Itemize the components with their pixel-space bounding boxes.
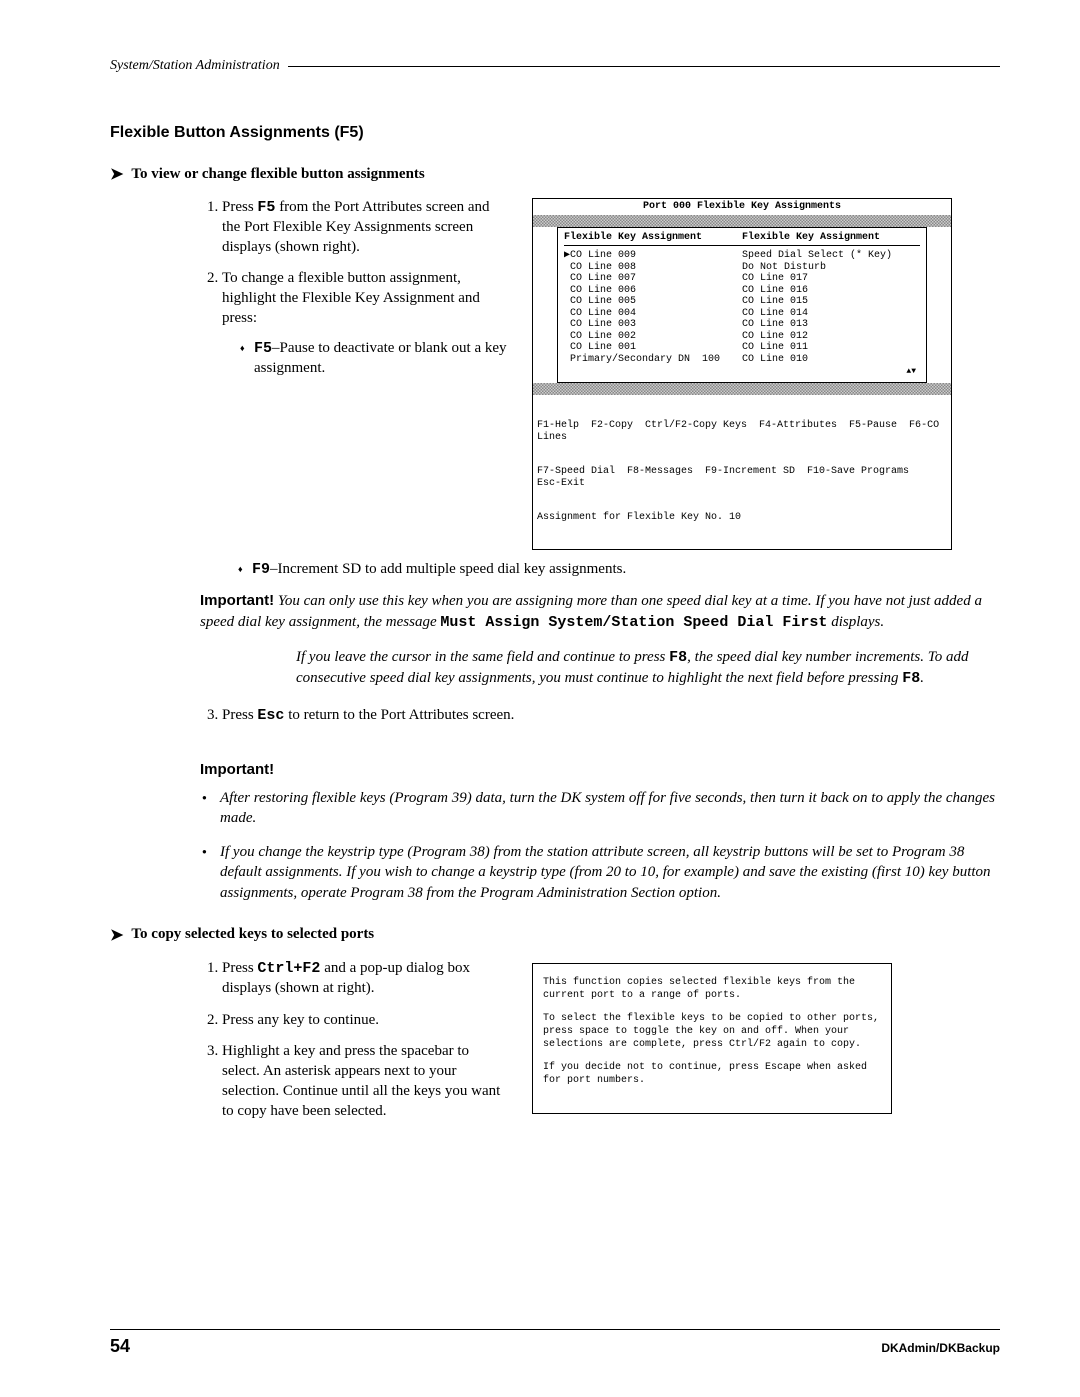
procedure-heading-2: ➤ To copy selected keys to selected port…: [110, 925, 1000, 945]
shot2-p2: To select the flexible keys to be copied…: [543, 1012, 881, 1051]
important-note-1: Important! You can only use this key whe…: [200, 591, 1000, 633]
page-number: 54: [110, 1336, 130, 1357]
section-title: Flexible Button Assignments (F5): [110, 124, 1000, 142]
arrow-icon: ➤: [110, 164, 123, 184]
shot1-title: Port 000 Flexible Key Assignments: [533, 199, 951, 215]
important-heading-2: Important!: [200, 761, 1000, 778]
procedure-2-title: To copy selected keys to selected ports: [131, 926, 374, 943]
shot1-right-col: Speed Dial Select (* Key) Do Not Disturb…: [742, 250, 920, 365]
substep-f9: F9–Increment SD to add multiple speed di…: [238, 560, 1000, 580]
fkeys-line1: F1-Help F2-Copy Ctrl/F2-Copy Keys F4-Att…: [537, 420, 947, 443]
breadcrumb: System/Station Administration: [110, 58, 280, 74]
important-bullet-1: After restoring flexible keys (Program 3…: [200, 788, 1000, 829]
shot2-p1: This function copies selected flexible k…: [543, 976, 881, 1002]
shot2-p3: If you decide not to continue, press Esc…: [543, 1061, 881, 1087]
fkeys-line3: Assignment for Flexible Key No. 10: [537, 512, 947, 524]
doc-title: DKAdmin/DKBackup: [881, 1341, 1000, 1355]
screenshot-flexible-key: Port 000 Flexible Key Assignments Flexib…: [532, 198, 952, 550]
running-header: System/Station Administration: [110, 58, 1000, 74]
p2-step-1: Press Ctrl+F2 and a pop-up dialog box di…: [222, 959, 510, 999]
arrow-icon: ➤: [110, 925, 123, 945]
shot1-left-col: ▶CO Line 009 CO Line 008 CO Line 007 CO …: [564, 250, 742, 365]
p2-step-3: Highlight a key and press the spacebar t…: [222, 1042, 510, 1121]
scroll-indicator: ▲▼: [564, 365, 920, 376]
important-para-2: If you leave the cursor in the same fiel…: [296, 647, 1000, 690]
substep-f5: F5–Pause to deactivate or blank out a ke…: [240, 339, 510, 379]
procedure-1-title: To view or change flexible button assign…: [131, 166, 424, 183]
important-bullet-2: If you change the keystrip type (Program…: [200, 842, 1000, 903]
step-1: Press F5 from the Port Attributes screen…: [222, 198, 510, 257]
step-2: To change a flexible button assignment, …: [222, 269, 510, 378]
step-3: Press Esc to return to the Port Attribut…: [222, 705, 1000, 726]
header-rule: [288, 66, 1000, 67]
colhead-left: Flexible Key Assignment: [564, 232, 742, 244]
screenshot-copy-dialog: This function copies selected flexible k…: [532, 963, 892, 1114]
dither-bottom: [533, 383, 951, 395]
dither-top: [533, 215, 951, 227]
page-footer: 54 DKAdmin/DKBackup: [110, 1329, 1000, 1357]
colhead-right: Flexible Key Assignment: [742, 232, 920, 244]
p2-step-2: Press any key to continue.: [222, 1011, 510, 1031]
fkeys-line2: F7-Speed Dial F8-Messages F9-Increment S…: [537, 466, 947, 489]
procedure-heading-1: ➤ To view or change flexible button assi…: [110, 164, 1000, 184]
